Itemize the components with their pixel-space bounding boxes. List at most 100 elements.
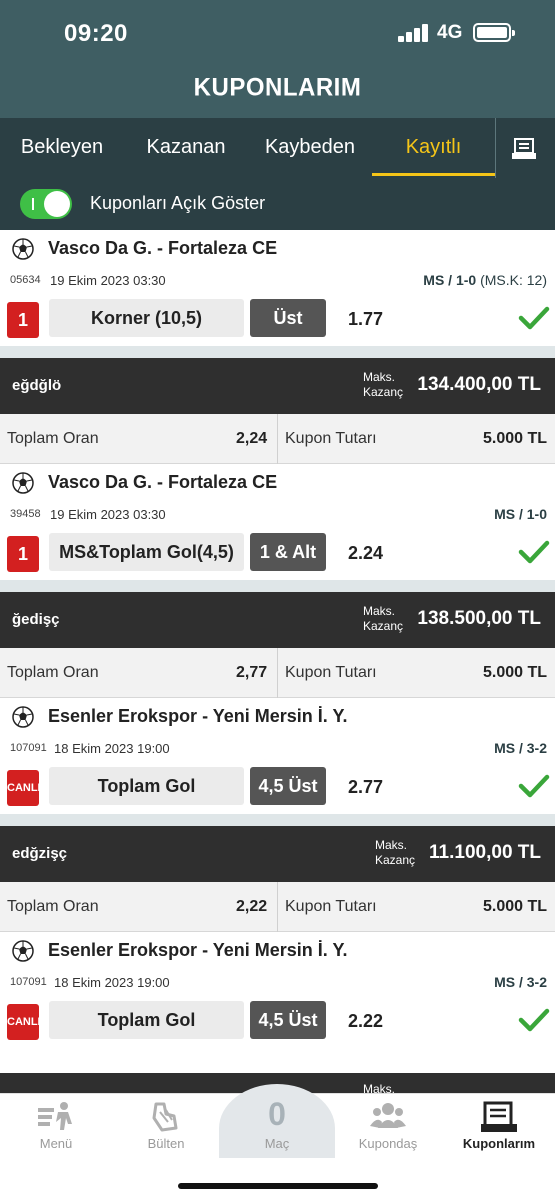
battery-icon <box>473 23 515 42</box>
nav-mac-label: Maç <box>264 1136 290 1151</box>
bulletin-icon <box>152 1102 178 1132</box>
toggle-bar: Kuponları Açık Göster <box>0 178 555 230</box>
coupon-tabs: Bekleyen Kazanan Kaybeden Kayıtlı <box>0 118 555 178</box>
max-win-label: Maks. Kazanç <box>375 838 416 867</box>
football-icon <box>12 940 34 962</box>
stake-value: 5.000 TL <box>482 898 547 915</box>
market-name: MS&Toplam Gol(4,5) <box>49 533 244 571</box>
pick-value: 4,5 Üst <box>250 1001 326 1039</box>
coupon-header[interactable]: edğzişç Maks. Kazanç 11.100,00 TL <box>0 826 555 882</box>
coupons-icon <box>481 1101 517 1132</box>
market-name: Toplam Gol <box>49 767 244 805</box>
selection-badge: 1 <box>7 302 39 338</box>
odd-value: 2.24 <box>348 543 384 563</box>
tab-kazanan[interactable]: Kazanan <box>124 118 248 178</box>
match-card[interactable]: Esenler Erokspor - Yeni Mersin İ. Y. 107… <box>0 932 555 1048</box>
match-code: 107091 <box>10 976 47 988</box>
group-icon <box>370 1103 406 1128</box>
nav-mac[interactable]: 0 Maç <box>219 1084 335 1158</box>
live-badge: CANLI <box>7 770 41 806</box>
nav-bulten[interactable]: Bülten <box>116 1094 216 1164</box>
market-name: Korner (10,5) <box>49 299 244 337</box>
nav-kupondas[interactable]: Kupondaş <box>338 1094 438 1164</box>
info-divider <box>277 648 278 698</box>
network-type: 4G <box>437 22 463 43</box>
match-code: 39458 <box>10 508 41 520</box>
total-odds-label: Toplam Oran <box>7 898 99 915</box>
check-icon <box>518 306 550 330</box>
stake-label: Kupon Tutarı <box>285 430 377 447</box>
check-icon <box>518 540 550 564</box>
stake-value: 5.000 TL <box>482 664 547 681</box>
match-teams: Vasco Da G. - Fortaleza CE <box>48 238 278 258</box>
total-odds-value: 2,77 <box>236 664 268 681</box>
selection-badge: 1 <box>7 536 39 572</box>
match-teams: Vasco Da G. - Fortaleza CE <box>48 472 278 492</box>
coupon-info: Toplam Oran 2,22 Kupon Tutarı 5.000 TL <box>0 882 555 932</box>
football-icon <box>12 472 34 494</box>
tab-kayitli[interactable]: Kayıtlı <box>372 118 495 178</box>
coupon-feed: Vasco Da G. - Fortaleza CE 05634 19 Ekim… <box>0 230 555 1048</box>
football-icon <box>12 706 34 728</box>
nav-bulten-label: Bülten <box>147 1136 185 1151</box>
home-indicator[interactable] <box>178 1183 378 1189</box>
coupon-info: Toplam Oran 2,77 Kupon Tutarı 5.000 TL <box>0 648 555 698</box>
total-odds-value: 2,24 <box>236 430 268 447</box>
nav-kuponlarim[interactable]: Kuponlarım <box>449 1094 549 1164</box>
tab-kaybeden[interactable]: Kaybeden <box>248 118 372 178</box>
max-win-label: Maks. Kazanç <box>363 370 404 399</box>
status-time: 09:20 <box>64 20 128 47</box>
pick-value: 4,5 Üst <box>250 767 326 805</box>
max-win-label: Maks. Kazanç <box>363 604 404 633</box>
match-date: 18 Ekim 2023 19:00 <box>54 975 170 990</box>
coupon-header[interactable]: ğedişç Maks. Kazanç 138.500,00 TL <box>0 592 555 648</box>
odd-value: 2.22 <box>348 1011 384 1031</box>
stake-label: Kupon Tutarı <box>285 664 377 681</box>
match-code: 05634 <box>10 274 41 286</box>
stake-value: 5.000 TL <box>482 430 547 447</box>
total-odds-label: Toplam Oran <box>7 664 99 681</box>
nav-kupondas-label: Kupondaş <box>358 1136 418 1151</box>
max-win-label-partial: Maks. <box>363 1082 396 1093</box>
match-count: 0 <box>268 1096 286 1132</box>
check-icon <box>518 774 550 798</box>
nav-menu[interactable]: Menü <box>6 1094 106 1164</box>
match-teams: Esenler Erokspor - Yeni Mersin İ. Y. <box>48 706 348 726</box>
pick-value: 1 & Alt <box>250 533 326 571</box>
toggle-label: Kuponları Açık Göster <box>90 193 266 213</box>
check-icon <box>518 1008 550 1032</box>
match-code: 107091 <box>10 742 47 754</box>
receipt-icon[interactable] <box>511 138 537 160</box>
match-card[interactable]: Vasco Da G. - Fortaleza CE 05634 19 Ekim… <box>0 230 555 346</box>
pick-value: Üst <box>250 299 326 337</box>
menu-icon <box>38 1102 72 1130</box>
match-date: 19 Ekim 2023 03:30 <box>50 507 166 522</box>
info-divider <box>277 882 278 932</box>
coupon-name: ğedişç <box>12 611 60 628</box>
total-odds-label: Toplam Oran <box>7 430 99 447</box>
nav-menu-label: Menü <box>39 1136 73 1151</box>
coupon-header[interactable]: eğdğlö Maks. Kazanç 134.400,00 TL <box>0 358 555 414</box>
odd-value: 2.77 <box>348 777 384 797</box>
match-result: MS / 3-2 <box>494 974 547 990</box>
match-date: 19 Ekim 2023 03:30 <box>50 273 166 288</box>
separator <box>0 814 555 826</box>
info-divider <box>277 414 278 464</box>
stake-label: Kupon Tutarı <box>285 898 377 915</box>
max-win-amount: 134.400,00 TL <box>417 374 541 395</box>
market-name: Toplam Gol <box>49 1001 244 1039</box>
match-card[interactable]: Esenler Erokspor - Yeni Mersin İ. Y. 107… <box>0 698 555 814</box>
tab-divider <box>495 118 496 178</box>
tab-bekleyen[interactable]: Bekleyen <box>0 118 124 178</box>
coupon-info: Toplam Oran 2,24 Kupon Tutarı 5.000 TL <box>0 414 555 464</box>
max-win-amount: 138.500,00 TL <box>417 608 541 629</box>
total-odds-value: 2,22 <box>236 898 268 915</box>
match-date: 18 Ekim 2023 19:00 <box>54 741 170 756</box>
match-result: MS / 3-2 <box>494 740 547 756</box>
coupon-name: eğdğlö <box>12 377 62 394</box>
match-card[interactable]: Vasco Da G. - Fortaleza CE 39458 19 Ekim… <box>0 464 555 580</box>
match-result: MS / 1-0 <box>494 506 547 522</box>
match-result: MS / 1-0 (MS.K: 12) <box>423 272 547 288</box>
live-badge: CANLI <box>7 1004 41 1040</box>
show-coupons-open-toggle[interactable] <box>20 189 72 219</box>
